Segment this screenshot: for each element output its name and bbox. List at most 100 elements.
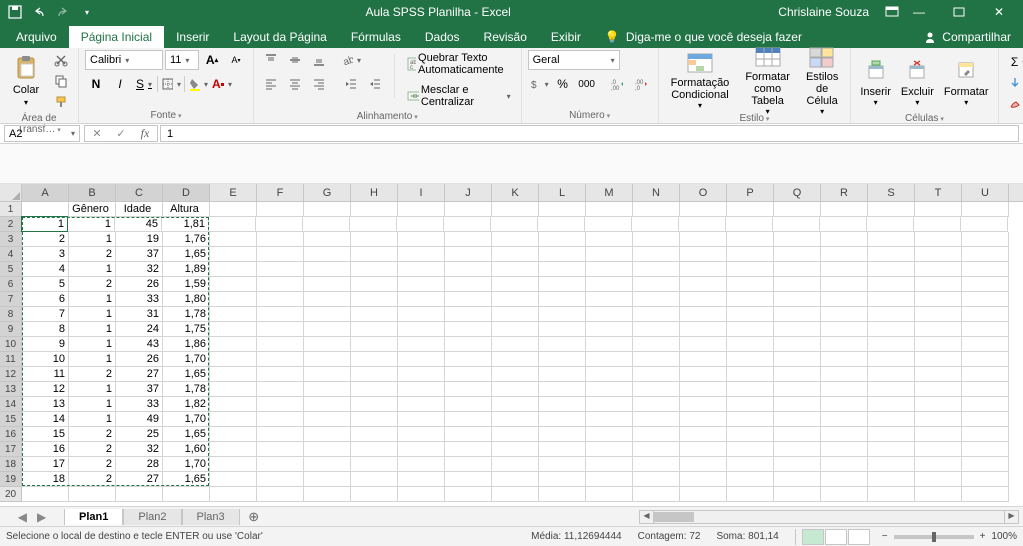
cell[interactable]: 17 (22, 457, 69, 472)
cell[interactable] (257, 487, 304, 502)
cell[interactable] (962, 442, 1009, 457)
cell[interactable] (915, 472, 962, 487)
cell[interactable] (445, 262, 492, 277)
column-header[interactable]: M (586, 184, 633, 201)
column-header[interactable]: E (210, 184, 257, 201)
cell[interactable] (445, 382, 492, 397)
cell[interactable] (492, 247, 539, 262)
format-cells-button[interactable]: Formatar▾ (941, 50, 992, 112)
cell[interactable] (586, 247, 633, 262)
cell[interactable] (257, 337, 304, 352)
cell[interactable] (445, 427, 492, 442)
cell[interactable]: 2 (69, 442, 116, 457)
cell[interactable] (398, 232, 445, 247)
cell[interactable] (445, 232, 492, 247)
row-header[interactable]: 7 (0, 292, 22, 307)
share-button[interactable]: Compartilhar (912, 26, 1023, 48)
cell[interactable] (633, 487, 680, 502)
cell[interactable] (585, 217, 632, 232)
cell[interactable] (398, 307, 445, 322)
cell[interactable] (539, 397, 586, 412)
cell[interactable] (210, 397, 257, 412)
cell[interactable] (868, 427, 915, 442)
zoom-slider[interactable] (894, 535, 974, 539)
cell[interactable] (774, 262, 821, 277)
cell[interactable] (633, 337, 680, 352)
cell[interactable] (868, 292, 915, 307)
cell[interactable] (586, 457, 633, 472)
column-header[interactable]: L (539, 184, 586, 201)
cell[interactable] (209, 217, 256, 232)
cell[interactable] (351, 382, 398, 397)
cell[interactable] (915, 397, 962, 412)
column-header[interactable]: F (257, 184, 304, 201)
cell[interactable] (304, 322, 351, 337)
scroll-thumb[interactable] (654, 512, 694, 522)
cell[interactable] (680, 322, 727, 337)
cell[interactable] (727, 202, 774, 217)
cell[interactable] (821, 247, 868, 262)
cell[interactable] (210, 457, 257, 472)
worksheet-grid[interactable]: ABCDEFGHIJKLMNOPQRSTU 1GêneroIdadeAltura… (0, 184, 1023, 506)
cell[interactable] (633, 247, 680, 262)
cell[interactable] (962, 352, 1009, 367)
cell[interactable] (962, 397, 1009, 412)
cell[interactable]: 18 (22, 472, 69, 487)
cell[interactable] (915, 322, 962, 337)
cell[interactable] (398, 262, 445, 277)
cell[interactable] (538, 217, 585, 232)
cell[interactable] (868, 262, 915, 277)
row-header[interactable]: 15 (0, 412, 22, 427)
cell[interactable] (727, 382, 774, 397)
cell[interactable]: 1,65 (163, 427, 210, 442)
column-header[interactable]: C (116, 184, 163, 201)
align-left-button[interactable] (260, 74, 282, 94)
cell[interactable]: 1 (69, 412, 116, 427)
cell[interactable] (210, 292, 257, 307)
cell[interactable] (398, 412, 445, 427)
cell[interactable] (586, 397, 633, 412)
cell[interactable] (210, 277, 257, 292)
cell[interactable] (868, 232, 915, 247)
cell[interactable] (774, 412, 821, 427)
cell[interactable]: 1 (69, 337, 116, 352)
cell[interactable] (915, 487, 962, 502)
cell[interactable]: 1,86 (163, 337, 210, 352)
cell[interactable] (210, 472, 257, 487)
cell[interactable] (304, 457, 351, 472)
cell[interactable] (962, 202, 1009, 217)
cell[interactable] (868, 307, 915, 322)
row-header[interactable]: 3 (0, 232, 22, 247)
cell[interactable] (586, 427, 633, 442)
cell[interactable] (304, 337, 351, 352)
cell[interactable] (256, 217, 303, 232)
italic-button[interactable]: I (109, 74, 131, 94)
cell[interactable] (304, 427, 351, 442)
cell[interactable] (303, 217, 350, 232)
comma-button[interactable]: 000 (576, 74, 598, 94)
cell[interactable] (304, 397, 351, 412)
delete-cells-button[interactable]: Excluir▾ (898, 50, 937, 112)
cell[interactable]: 5 (22, 277, 69, 292)
cell[interactable]: 1,81 (162, 217, 209, 232)
ribbon-display-icon[interactable] (885, 6, 899, 18)
cell[interactable] (680, 472, 727, 487)
cell[interactable] (586, 382, 633, 397)
cell[interactable] (210, 307, 257, 322)
cell[interactable] (210, 232, 257, 247)
cell[interactable] (774, 292, 821, 307)
cell[interactable] (539, 412, 586, 427)
fill-color-button[interactable]: ▾ (187, 74, 209, 94)
cell[interactable] (915, 382, 962, 397)
cell[interactable] (962, 382, 1009, 397)
cell[interactable]: 33 (116, 397, 163, 412)
zoom-level[interactable]: 100% (991, 531, 1017, 542)
decrease-decimal-button[interactable]: ,00,0 (630, 74, 652, 94)
tell-me-search[interactable]: 💡 Diga-me o que você deseja fazer (593, 26, 814, 48)
cell[interactable] (398, 427, 445, 442)
cell[interactable]: 10 (22, 352, 69, 367)
cell[interactable] (821, 397, 868, 412)
minimize-button[interactable]: — (899, 0, 939, 24)
cell[interactable] (304, 382, 351, 397)
cell[interactable] (492, 412, 539, 427)
